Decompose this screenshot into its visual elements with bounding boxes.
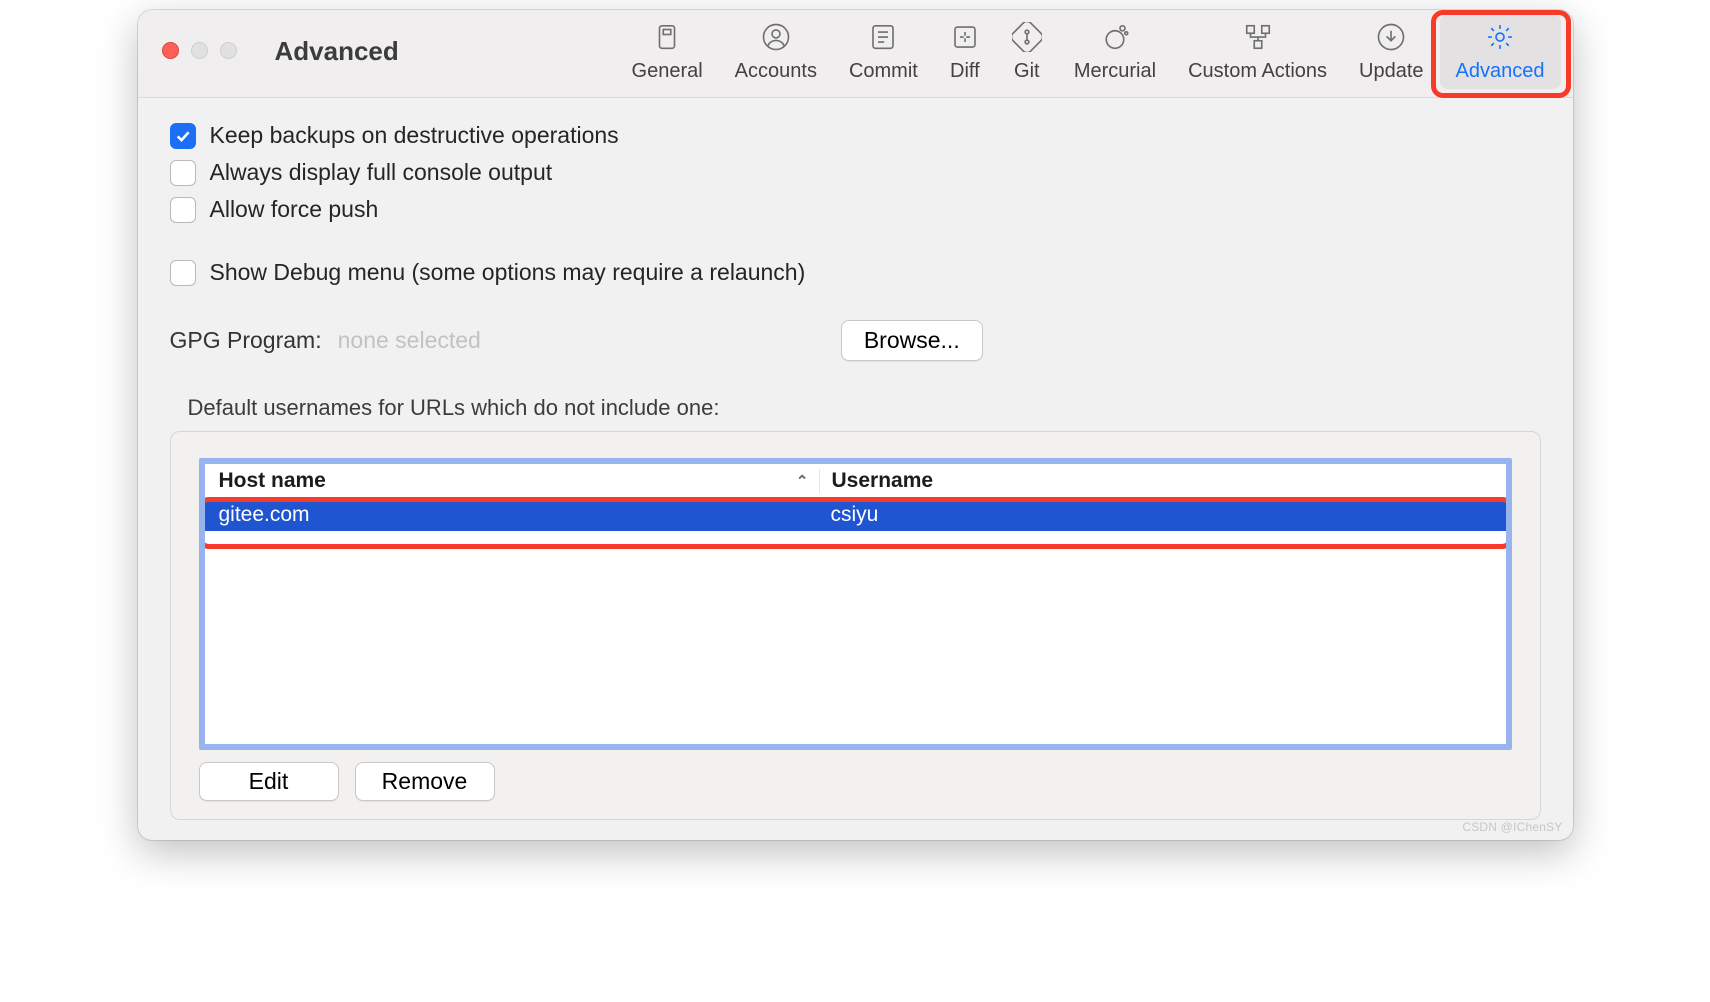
gpg-program-row: GPG Program: none selected Browse... — [170, 320, 1541, 361]
checkbox-full-console[interactable]: Always display full console output — [170, 159, 1541, 186]
tab-label: Git — [1014, 60, 1040, 83]
checkbox-keep-backups[interactable]: Keep backups on destructive operations — [170, 122, 1541, 149]
remove-button[interactable]: Remove — [355, 762, 495, 801]
column-header-username[interactable]: Username — [819, 469, 1145, 493]
tab-label: Diff — [950, 60, 980, 83]
checkbox-input[interactable] — [170, 123, 196, 149]
tab-mercurial[interactable]: Mercurial — [1058, 14, 1172, 89]
tab-label: Update — [1359, 60, 1424, 83]
column-header-host[interactable]: Host name ⌃ — [205, 469, 819, 493]
gpg-program-value: none selected — [338, 327, 481, 354]
general-icon — [652, 22, 682, 52]
table-header: Host name ⌃ Username — [205, 464, 1506, 499]
checkbox-label: Show Debug menu (some options may requir… — [210, 259, 806, 286]
table-body: gitee.com csiyu — [205, 499, 1506, 744]
tab-label: Advanced — [1456, 60, 1545, 83]
content-area: Keep backups on destructive operations A… — [138, 98, 1573, 840]
window-title: Advanced — [275, 36, 399, 67]
close-window-button[interactable] — [162, 42, 179, 59]
minimize-window-button[interactable] — [191, 42, 208, 59]
preferences-tabs: General Accounts Commit Diff Git Mercuri… — [616, 14, 1561, 89]
tab-accounts[interactable]: Accounts — [719, 14, 833, 89]
default-usernames-label: Default usernames for URLs which do not … — [188, 395, 1541, 421]
checkbox-input[interactable] — [170, 197, 196, 223]
tab-label: Accounts — [735, 60, 817, 83]
tab-label: Commit — [849, 60, 918, 83]
accounts-icon — [761, 22, 791, 52]
cell-username: csiyu — [819, 503, 1506, 527]
table-row[interactable]: gitee.com csiyu — [205, 499, 1506, 531]
checkbox-force-push[interactable]: Allow force push — [170, 196, 1541, 223]
tab-update[interactable]: Update — [1343, 14, 1440, 89]
checkbox-input[interactable] — [170, 260, 196, 286]
checkbox-input[interactable] — [170, 160, 196, 186]
diff-icon — [950, 22, 980, 52]
titlebar: Advanced General Accounts Commit Diff Gi… — [138, 10, 1573, 98]
checkbox-label: Allow force push — [210, 196, 379, 223]
cell-host: gitee.com — [205, 503, 819, 527]
tab-commit[interactable]: Commit — [833, 14, 934, 89]
tab-diff[interactable]: Diff — [934, 14, 996, 89]
tab-general[interactable]: General — [616, 14, 719, 89]
update-icon — [1376, 22, 1406, 52]
custom-icon — [1243, 22, 1273, 52]
traffic-lights — [162, 42, 237, 59]
edit-button[interactable]: Edit — [199, 762, 339, 801]
checkbox-debug-menu[interactable]: Show Debug menu (some options may requir… — [170, 259, 1541, 286]
gpg-program-label: GPG Program: — [170, 327, 322, 354]
tab-label: Mercurial — [1074, 60, 1156, 83]
checkbox-label: Always display full console output — [210, 159, 553, 186]
gear-icon — [1485, 22, 1515, 52]
column-header-label: Host name — [219, 469, 326, 493]
column-header-label: Username — [832, 469, 934, 492]
tab-advanced[interactable]: Advanced — [1440, 14, 1561, 89]
git-icon — [1012, 22, 1042, 52]
sort-ascending-icon: ⌃ — [796, 472, 819, 490]
tab-label: General — [632, 60, 703, 83]
zoom-window-button[interactable] — [220, 42, 237, 59]
watermark: CSDN @IChenSY — [1462, 820, 1562, 834]
mercurial-icon — [1100, 22, 1130, 52]
tab-label: Custom Actions — [1188, 60, 1327, 83]
usernames-table[interactable]: Host name ⌃ Username gitee.com csiyu — [199, 458, 1512, 750]
default-usernames-panel: Host name ⌃ Username gitee.com csiyu — [170, 431, 1541, 820]
tab-custom-actions[interactable]: Custom Actions — [1172, 14, 1343, 89]
checkbox-label: Keep backups on destructive operations — [210, 122, 619, 149]
commit-icon — [868, 22, 898, 52]
tab-git[interactable]: Git — [996, 14, 1058, 89]
check-icon — [174, 127, 192, 145]
browse-button[interactable]: Browse... — [841, 320, 983, 361]
preferences-window: Advanced General Accounts Commit Diff Gi… — [138, 10, 1573, 840]
table-buttons: Edit Remove — [199, 762, 1512, 801]
